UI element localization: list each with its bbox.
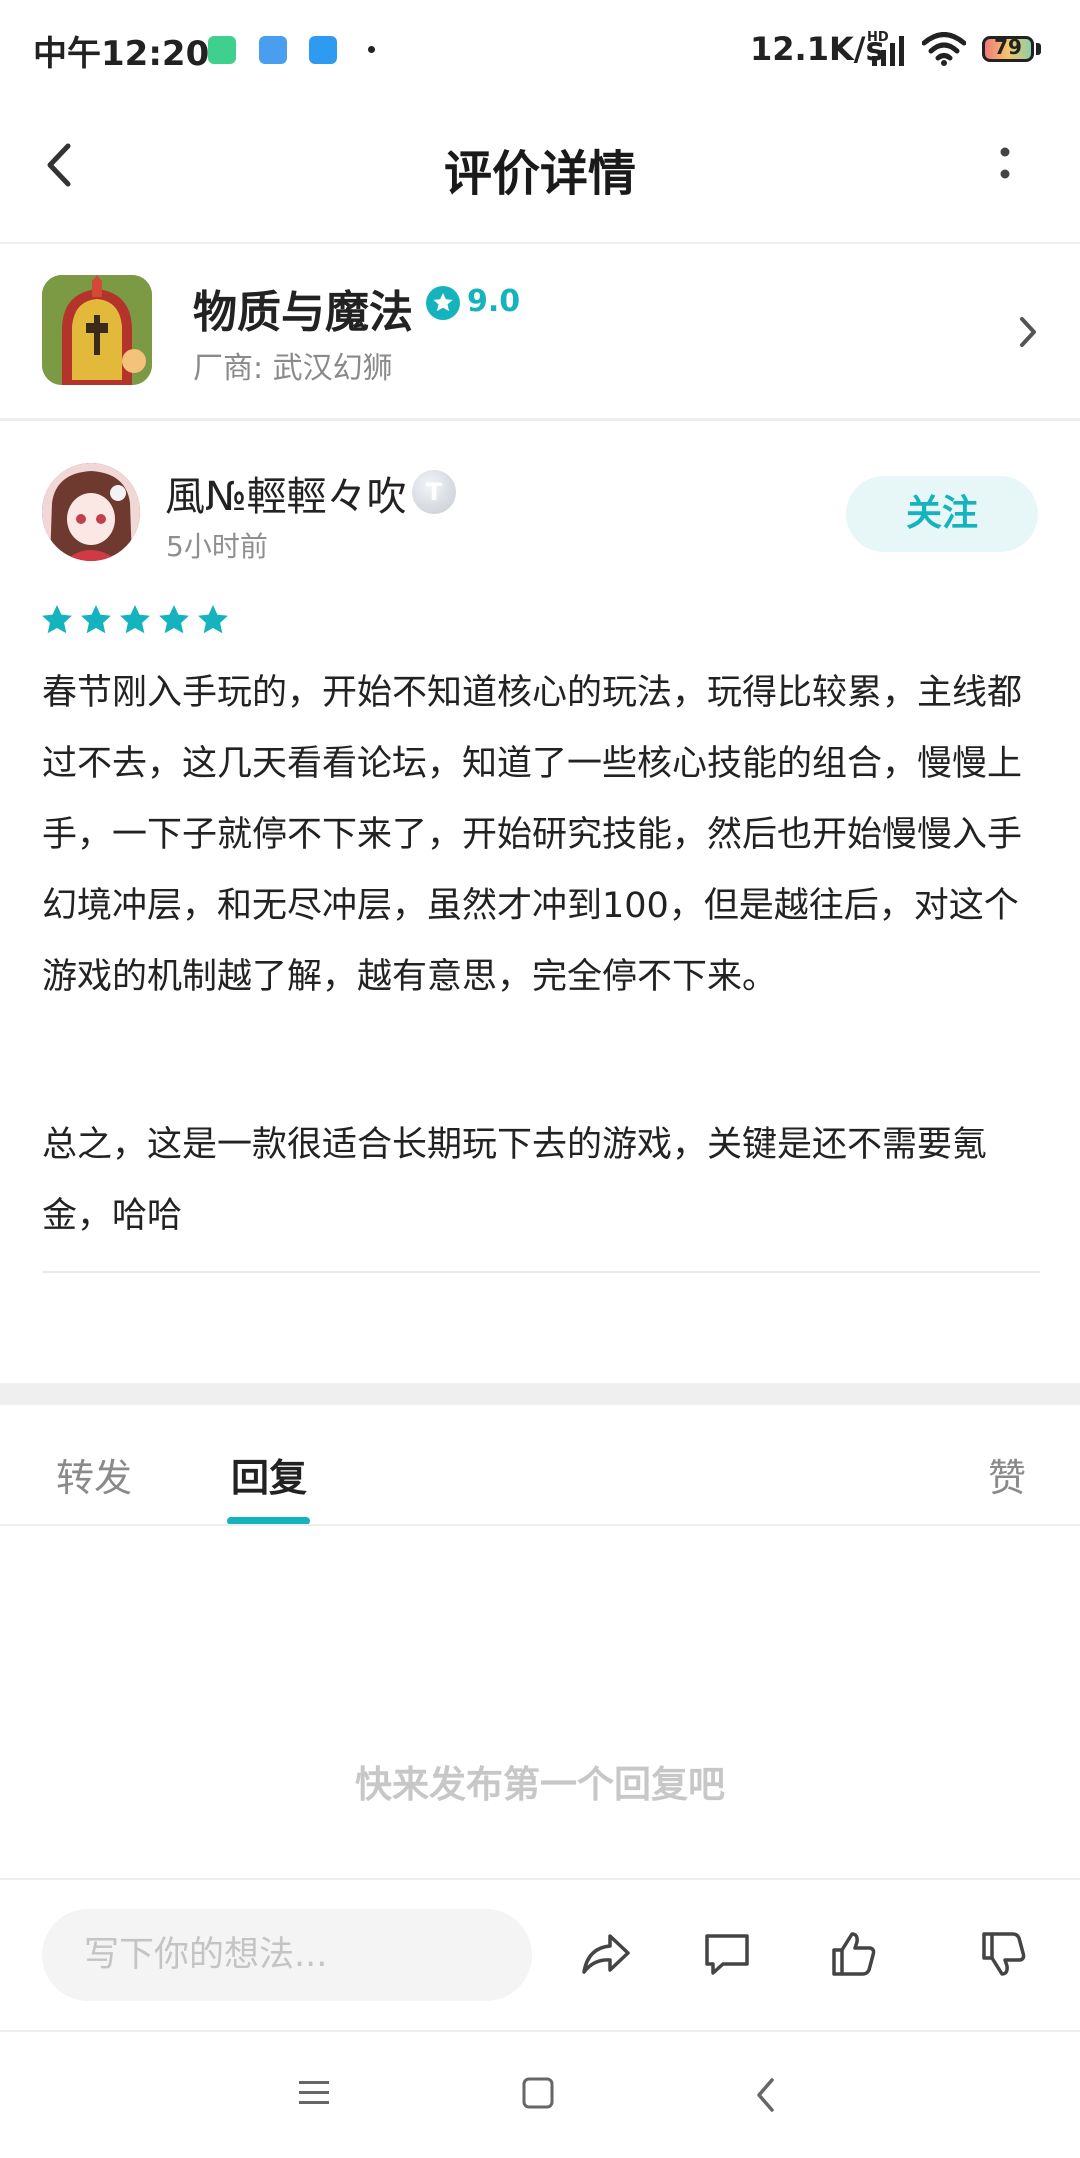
signal-icon — [872, 36, 904, 66]
chevron-right-icon[interactable] — [1016, 314, 1040, 350]
game-name: 物质与魔法 — [193, 287, 413, 338]
wifi-icon — [922, 32, 966, 66]
review-paragraph-2: 总之，这是一款很适合长期玩下去的游戏，关键是还不需要氪金，哈哈 — [42, 1125, 988, 1236]
back-icon[interactable] — [752, 2075, 778, 2115]
star-icon — [42, 605, 72, 634]
wechat-notification-icon — [208, 36, 236, 64]
tab-likes[interactable]: 赞 — [988, 1447, 1026, 1502]
review-star-rating — [40, 603, 230, 637]
tab-replies[interactable]: 回复 — [231, 1447, 307, 1502]
star-badge-icon — [426, 286, 460, 320]
page-title: 评价详情 — [443, 146, 636, 202]
more-notifications-dot — [368, 46, 375, 53]
network-speed: 12.1K/s — [750, 30, 885, 68]
star-icon — [198, 605, 228, 634]
thumb-down-icon[interactable] — [976, 1926, 1032, 1982]
comment-icon[interactable] — [699, 1926, 755, 1982]
home-icon[interactable] — [520, 2075, 556, 2111]
user-avatar[interactable] — [42, 463, 140, 561]
share-icon[interactable] — [578, 1926, 634, 1982]
more-vertical-icon[interactable] — [995, 140, 1015, 190]
star-icon — [120, 605, 150, 634]
cloud-notification-icon — [309, 36, 337, 64]
star-icon — [81, 605, 111, 634]
game-icon[interactable] — [42, 275, 152, 385]
user-level-badge: T — [412, 470, 456, 514]
section-separator — [0, 1383, 1080, 1405]
star-icon — [159, 605, 189, 634]
thumb-up-icon[interactable] — [826, 1926, 882, 1982]
game-vendor: 厂商: 武汉幻狮 — [193, 351, 393, 386]
battery-tip — [1036, 43, 1041, 55]
review-paragraph-1: 春节刚入手玩的，开始不知道核心的玩法，玩得比较累，主线都过不去，这几天看看论坛，… — [42, 673, 1023, 997]
menu-icon[interactable] — [296, 2075, 332, 2109]
empty-replies-text: 快来发布第一个回复吧 — [355, 1763, 725, 1806]
review-time: 5小时前 — [166, 530, 268, 563]
follow-button[interactable]: 关注 — [846, 476, 1038, 552]
app-notification-icon — [259, 36, 287, 64]
game-rating: 9.0 — [467, 284, 521, 319]
battery-level: 79 — [994, 35, 1022, 59]
tab-forward[interactable]: 转发 — [56, 1447, 132, 1502]
tabs-divider — [0, 1524, 1080, 1526]
content-divider — [42, 1271, 1040, 1273]
game-card[interactable] — [0, 244, 1080, 421]
status-time: 中午12:20 — [33, 34, 210, 74]
comment-input[interactable] — [42, 1909, 532, 2001]
review-username[interactable]: 風№輕輕々吹 — [165, 464, 407, 522]
